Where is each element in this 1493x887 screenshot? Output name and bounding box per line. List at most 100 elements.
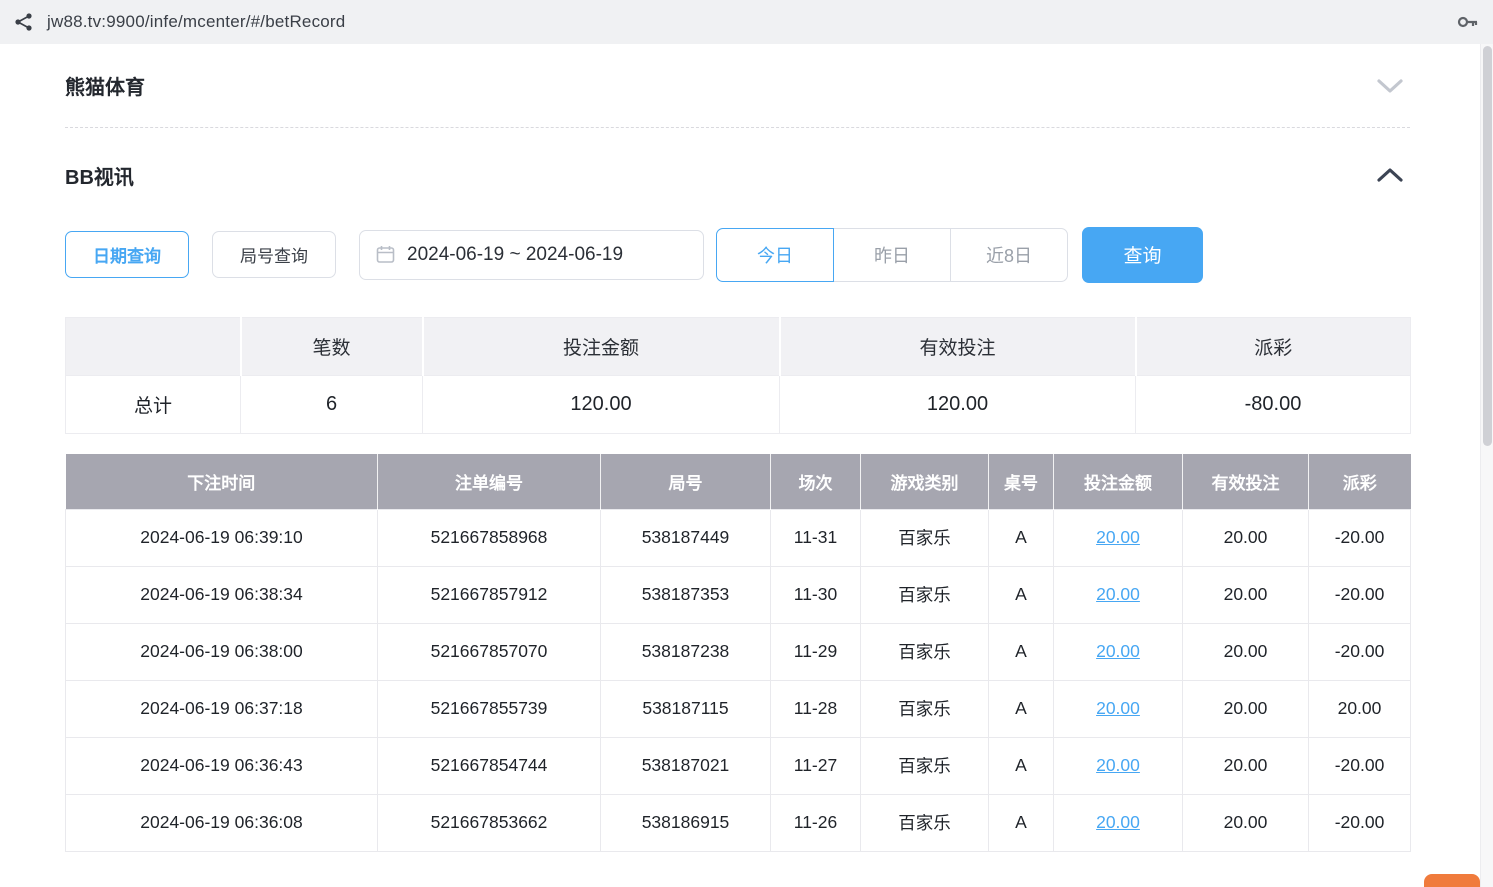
summary-header-valid: 有效投注 (780, 318, 1136, 376)
floating-chat-button[interactable] (1424, 874, 1480, 887)
table-no-cell: A (989, 509, 1054, 566)
summary-total-row: 总计 6 120.00 120.00 -80.00 (66, 376, 1411, 434)
summary-header-bet: 投注金额 (423, 318, 780, 376)
quick-range-group: 今日 昨日 近8日 (716, 228, 1068, 282)
bet-amount-link[interactable]: 20.00 (1096, 527, 1140, 547)
col-payout: 派彩 (1309, 454, 1411, 509)
url-text[interactable]: jw88.tv:9900/infe/mcenter/#/betRecord (47, 12, 345, 32)
summary-payout-value: -80.00 (1136, 376, 1411, 434)
payout-cell: -20.00 (1309, 566, 1411, 623)
today-button[interactable]: 今日 (716, 228, 834, 282)
session-cell: 11-29 (771, 623, 861, 680)
summary-header-payout: 派彩 (1136, 318, 1411, 376)
bet-amount-cell: 20.00 (1054, 509, 1183, 566)
round-no-cell: 538187449 (601, 509, 771, 566)
valid-bet-cell: 20.00 (1183, 566, 1309, 623)
bet-amount-link[interactable]: 20.00 (1096, 698, 1140, 718)
summary-header-row: 笔数 投注金额 有效投注 派彩 (66, 318, 1411, 376)
bet-id-cell: 521667854744 (378, 737, 601, 794)
valid-bet-cell: 20.00 (1183, 680, 1309, 737)
bet-time-cell: 2024-06-19 06:39:10 (66, 509, 378, 566)
payout-cell: -20.00 (1309, 509, 1411, 566)
game-type-cell: 百家乐 (861, 509, 989, 566)
date-query-tab[interactable]: 日期查询 (65, 231, 189, 278)
share-icon[interactable] (14, 12, 34, 32)
date-range-picker[interactable]: 2024-06-19 ~ 2024-06-19 (359, 230, 704, 280)
valid-bet-cell: 20.00 (1183, 737, 1309, 794)
bet-id-cell: 521667855739 (378, 680, 601, 737)
col-table-no: 桌号 (989, 454, 1054, 509)
table-no-cell: A (989, 794, 1054, 851)
chevron-up-icon[interactable] (1370, 163, 1410, 187)
summary-table: 笔数 投注金额 有效投注 派彩 总计 6 120.00 120.00 -80.0… (65, 317, 1411, 434)
section-bb-video[interactable]: BB视讯 (65, 128, 1410, 222)
bet-amount-cell: 20.00 (1054, 623, 1183, 680)
game-type-cell: 百家乐 (861, 566, 989, 623)
bet-id-cell: 521667853662 (378, 794, 601, 851)
bet-amount-link[interactable]: 20.00 (1096, 812, 1140, 832)
bet-amount-cell: 20.00 (1054, 566, 1183, 623)
yesterday-button[interactable]: 昨日 (833, 228, 951, 282)
game-type-cell: 百家乐 (861, 680, 989, 737)
records-header-row: 下注时间 注单编号 局号 场次 游戏类别 桌号 投注金额 有效投注 派彩 (66, 454, 1411, 509)
chevron-down-icon[interactable] (1370, 74, 1410, 98)
filter-toolbar: 日期查询 局号查询 2024-06-19 ~ 2024-06-19 今日 昨日 … (65, 226, 1410, 283)
browser-url-bar: jw88.tv:9900/infe/mcenter/#/betRecord (0, 0, 1493, 44)
table-row: 2024-06-19 06:38:34 521667857912 5381873… (66, 566, 1411, 623)
bet-time-cell: 2024-06-19 06:37:18 (66, 680, 378, 737)
bet-id-cell: 521667857070 (378, 623, 601, 680)
game-type-cell: 百家乐 (861, 794, 989, 851)
table-row: 2024-06-19 06:36:08 521667853662 5381869… (66, 794, 1411, 851)
bet-amount-link[interactable]: 20.00 (1096, 584, 1140, 604)
bet-time-cell: 2024-06-19 06:36:08 (66, 794, 378, 851)
round-no-cell: 538187115 (601, 680, 771, 737)
key-icon[interactable] (1455, 10, 1479, 34)
section-panda-sports[interactable]: 熊猫体育 (65, 44, 1410, 128)
session-cell: 11-31 (771, 509, 861, 566)
bet-id-cell: 521667857912 (378, 566, 601, 623)
payout-cell: 20.00 (1309, 680, 1411, 737)
summary-valid-value: 120.00 (780, 376, 1136, 434)
col-session: 场次 (771, 454, 861, 509)
date-range-value: 2024-06-19 ~ 2024-06-19 (407, 244, 623, 266)
vertical-scrollbar[interactable] (1480, 44, 1493, 887)
table-row: 2024-06-19 06:37:18 521667855739 5381871… (66, 680, 1411, 737)
bet-amount-cell: 20.00 (1054, 737, 1183, 794)
last-8-days-button[interactable]: 近8日 (950, 228, 1068, 282)
payout-cell: -20.00 (1309, 623, 1411, 680)
bet-record-page: 熊猫体育 BB视讯 日期查询 局号查询 (0, 44, 1480, 852)
bet-amount-link[interactable]: 20.00 (1096, 641, 1140, 661)
col-bet-time: 下注时间 (66, 454, 378, 509)
session-cell: 11-26 (771, 794, 861, 851)
table-no-cell: A (989, 566, 1054, 623)
session-cell: 11-30 (771, 566, 861, 623)
calendar-icon (376, 245, 395, 264)
col-bet-amount: 投注金额 (1054, 454, 1183, 509)
bet-time-cell: 2024-06-19 06:38:00 (66, 623, 378, 680)
valid-bet-cell: 20.00 (1183, 623, 1309, 680)
summary-count-value: 6 (241, 376, 423, 434)
scrollbar-thumb[interactable] (1483, 46, 1492, 446)
valid-bet-cell: 20.00 (1183, 509, 1309, 566)
summary-total-label: 总计 (66, 376, 241, 434)
payout-cell: -20.00 (1309, 737, 1411, 794)
bet-id-cell: 521667858968 (378, 509, 601, 566)
round-query-tab[interactable]: 局号查询 (212, 231, 336, 278)
bet-amount-link[interactable]: 20.00 (1096, 755, 1140, 775)
bet-amount-cell: 20.00 (1054, 680, 1183, 737)
summary-header-empty (66, 318, 241, 376)
table-row: 2024-06-19 06:38:00 521667857070 5381872… (66, 623, 1411, 680)
bet-amount-cell: 20.00 (1054, 794, 1183, 851)
valid-bet-cell: 20.00 (1183, 794, 1309, 851)
search-button[interactable]: 查询 (1082, 227, 1203, 283)
summary-header-count: 笔数 (241, 318, 423, 376)
col-round-no: 局号 (601, 454, 771, 509)
bet-time-cell: 2024-06-19 06:36:43 (66, 737, 378, 794)
round-no-cell: 538187021 (601, 737, 771, 794)
table-no-cell: A (989, 737, 1054, 794)
table-no-cell: A (989, 680, 1054, 737)
session-cell: 11-27 (771, 737, 861, 794)
table-row: 2024-06-19 06:36:43 521667854744 5381870… (66, 737, 1411, 794)
col-game-type: 游戏类别 (861, 454, 989, 509)
col-valid-bet: 有效投注 (1183, 454, 1309, 509)
